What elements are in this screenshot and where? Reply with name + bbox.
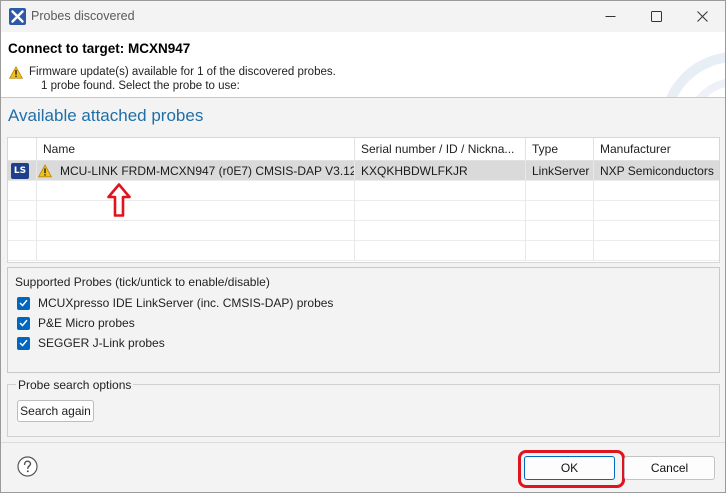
footer-divider: [1, 442, 725, 443]
column-header-type[interactable]: Type: [526, 138, 594, 161]
close-button[interactable]: [679, 1, 725, 32]
minimize-button[interactable]: [587, 1, 633, 32]
annotation-arrow-icon: [107, 183, 131, 217]
maximize-icon: [650, 11, 662, 22]
minimize-icon: [605, 16, 615, 17]
window-title: Probes discovered: [31, 9, 135, 23]
column-header-manufacturer[interactable]: Manufacturer: [594, 138, 719, 161]
section-title-available-probes: Available attached probes: [8, 106, 204, 125]
close-icon: [696, 11, 708, 22]
supported-probes-title: Supported Probes (tick/untick to enable/…: [15, 275, 270, 289]
probe-name: MCU-LINK FRDM-MCXN947 (r0E7) CMSIS-DAP V…: [60, 164, 355, 178]
message-firmware-update: Firmware update(s) available for 1 of th…: [29, 66, 336, 78]
dialog-header: Connect to target: MCXN947 Firmware upda…: [1, 32, 725, 98]
column-header-serial[interactable]: Serial number / ID / Nickna...: [355, 138, 526, 161]
supported-probes-group: Supported Probes (tick/untick to enable/…: [7, 267, 720, 373]
search-again-button[interactable]: Search again: [17, 400, 94, 422]
app-x-icon: [9, 8, 26, 25]
table-row[interactable]: LS MCU-LINK FRDM-MCXN947 (r0E7) CMSIS-DA…: [8, 161, 719, 181]
message-probe-found: 1 probe found. Select the probe to use:: [41, 80, 240, 92]
probe-name-cell: MCU-LINK FRDM-MCXN947 (r0E7) CMSIS-DAP V…: [37, 161, 355, 181]
header-message: Firmware update(s) available for 1 of th…: [9, 65, 336, 93]
probe-search-options-title: Probe search options: [16, 378, 134, 392]
column-header-icon[interactable]: [8, 138, 37, 161]
probe-search-options-group: Probe search options Search again: [7, 378, 720, 437]
firmware-warning-icon: [38, 164, 52, 178]
probes-dialog: Probes discovered Connect to target: MCX…: [0, 0, 726, 493]
row-icon-cell: LS: [8, 161, 37, 181]
linkserver-badge-icon: LS: [11, 163, 29, 179]
table-header: Name Serial number / ID / Nickna... Type…: [8, 138, 719, 161]
checkbox-checked-icon[interactable]: [17, 316, 30, 330]
table-row-empty: [8, 221, 719, 241]
checkbox-checked-icon[interactable]: [17, 336, 30, 350]
header-title: Connect to target: MCXN947: [8, 41, 191, 56]
probe-manufacturer: NXP Semiconductors: [600, 164, 714, 178]
checkbox-checked-icon[interactable]: [17, 296, 30, 310]
checkbox-pemicro[interactable]: P&E Micro probes: [17, 316, 135, 330]
checkbox-label: SEGGER J-Link probes: [38, 336, 165, 350]
probe-type: LinkServer: [526, 161, 594, 181]
ok-annotation-highlight: [518, 450, 625, 488]
help-icon[interactable]: [17, 456, 38, 477]
table-row-empty: [8, 241, 719, 261]
cancel-button[interactable]: Cancel: [624, 456, 715, 480]
header-decoration: [666, 52, 725, 97]
checkbox-label: P&E Micro probes: [38, 316, 135, 330]
maximize-button[interactable]: [633, 1, 679, 32]
column-header-name[interactable]: Name: [37, 138, 355, 161]
checkbox-linkserver[interactable]: MCUXpresso IDE LinkServer (inc. CMSIS-DA…: [17, 296, 333, 310]
warning-icon: [9, 66, 23, 79]
checkbox-segger[interactable]: SEGGER J-Link probes: [17, 336, 165, 350]
probe-serial: KXQKHBDWLFKJR: [355, 161, 526, 181]
title-bar: Probes discovered: [1, 1, 725, 32]
checkbox-label: MCUXpresso IDE LinkServer (inc. CMSIS-DA…: [38, 296, 334, 310]
